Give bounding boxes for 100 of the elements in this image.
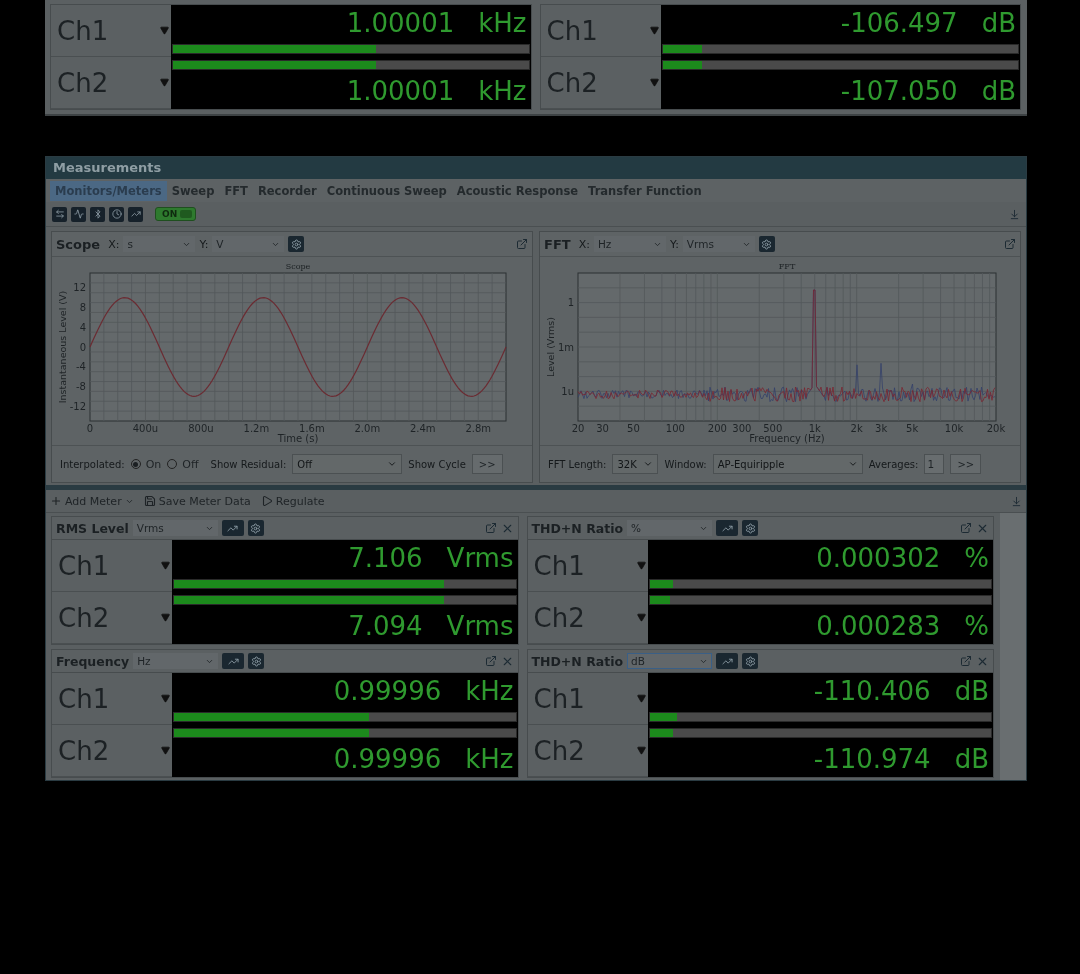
channel-label[interactable]: Ch1 [527,673,648,725]
tab[interactable]: Sweep [166,181,220,201]
meter-readout: 0.99996 kHz [172,673,518,709]
caret-icon [160,26,169,35]
meter-readout: 7.106 Vrms [172,540,518,576]
caret-icon [160,78,169,87]
popout-icon[interactable] [484,655,497,667]
more-button[interactable]: >> [471,454,503,474]
tick-label: 4 [79,321,86,333]
gear-icon [250,522,262,534]
tick-label: 1k [808,423,821,434]
unit-select[interactable]: V [212,236,285,252]
meter-title: RMS Level [56,520,129,536]
gear-icon [290,238,302,250]
meter-title: Frequency [56,653,130,669]
channel-label[interactable]: Ch1 [527,540,648,592]
tab[interactable]: Acoustic Response [451,181,584,201]
tick-label: -8 [76,380,86,392]
meter-readout: 7.094 Vrms [172,608,518,644]
meter-readout: -106.497 dB [660,5,1020,41]
tick-label: 10k [944,423,964,434]
channel-label[interactable]: Ch2 [527,592,648,644]
averages-field[interactable]: 1 [924,454,945,474]
tab[interactable]: Transfer Function [583,181,707,201]
tick-label: 2.8m [465,423,492,434]
meter-readout: -110.974 dB [647,741,993,777]
pulse-icon[interactable] [71,206,86,222]
caret-icon [649,26,659,35]
settings-button[interactable] [742,653,759,669]
settings-button[interactable] [742,520,759,536]
tick-label: 0 [79,341,86,353]
settings-button[interactable] [758,236,775,252]
toolbar-button[interactable]: Add Meter [50,494,134,508]
tick-label: 2k [850,423,863,434]
popout-icon[interactable] [516,238,528,250]
tab[interactable]: Recorder [252,181,322,201]
gear-icon [250,655,262,667]
radio-option[interactable]: Off [167,457,199,471]
axis-field-label: Y: [199,237,209,251]
caret-icon [161,694,170,703]
meter-readout: 1.00001 kHz [171,73,531,109]
unit-select[interactable]: Vrms [682,236,755,252]
gear-icon [744,655,756,667]
tick-label: 2.0m [354,423,381,434]
tick-label: 2.4m [409,423,436,434]
graph-button[interactable] [222,653,245,669]
radio-option[interactable]: On [130,457,162,471]
field-label: Window: [664,458,707,470]
tick-label: 1.6m [299,423,325,434]
tick-label: 20k [986,423,1006,434]
pin-icon[interactable] [1011,495,1022,507]
tab[interactable]: Continuous Sweep [321,181,452,201]
graph-button[interactable] [716,520,739,536]
channel-label[interactable]: Ch2 [527,725,648,777]
tick-label: 500 [763,423,783,434]
tick-label: 400u [132,423,159,434]
popout-icon[interactable] [960,655,972,667]
settings-button[interactable] [288,236,305,252]
more-button[interactable]: >> [950,454,982,474]
plus-icon [50,495,62,507]
settings-button[interactable] [248,653,265,669]
swap-icon[interactable] [52,206,67,222]
field-label: Show Residual: [210,458,287,470]
tick-label: 1m [557,341,574,353]
unit-select[interactable]: Hz [133,653,219,669]
tick-label: 800u [188,423,214,434]
popout-icon[interactable] [1004,238,1016,250]
toolbar-button[interactable]: Regulate [260,494,325,508]
caret-icon [847,459,858,469]
tick-label: -12 [69,400,86,412]
toolbar-button[interactable]: Save Meter Data [143,494,251,508]
clock-icon[interactable] [109,206,124,222]
graph-button[interactable] [716,653,739,669]
pin-icon[interactable] [1009,208,1020,220]
tick-label: 50 [627,423,640,434]
settings-button[interactable] [247,520,264,536]
channel-label[interactable]: Ch1 [540,5,661,57]
unit-select[interactable]: Vrms [132,520,218,536]
popout-icon[interactable] [960,522,972,534]
length-select[interactable]: 32K [612,454,659,474]
unit-select[interactable]: s [123,236,196,252]
caret-icon [649,78,659,87]
power-toggle[interactable]: ON [155,207,197,221]
scrollbar-track[interactable] [1000,513,1026,780]
tab[interactable]: FFT [219,181,253,201]
unit-select[interactable]: % [627,520,713,536]
caret-icon [643,459,654,469]
axis-label: Time (s) [277,433,319,444]
residual-select[interactable]: Off [292,454,403,474]
graph-button[interactable] [221,520,244,536]
axis-label: Instantaneous Level (V) [57,290,68,404]
popout-icon[interactable] [484,522,497,534]
channel-label[interactable]: Ch2 [540,57,661,109]
bluetooth-icon[interactable] [90,206,105,222]
window-select[interactable]: AP-Equiripple [712,454,863,474]
unit-select[interactable]: Hz [593,236,666,252]
caret-icon [161,746,170,755]
wave-icon[interactable] [128,206,143,222]
unit-select[interactable]: dB [627,653,713,669]
axis-field-label: Y: [669,237,679,251]
